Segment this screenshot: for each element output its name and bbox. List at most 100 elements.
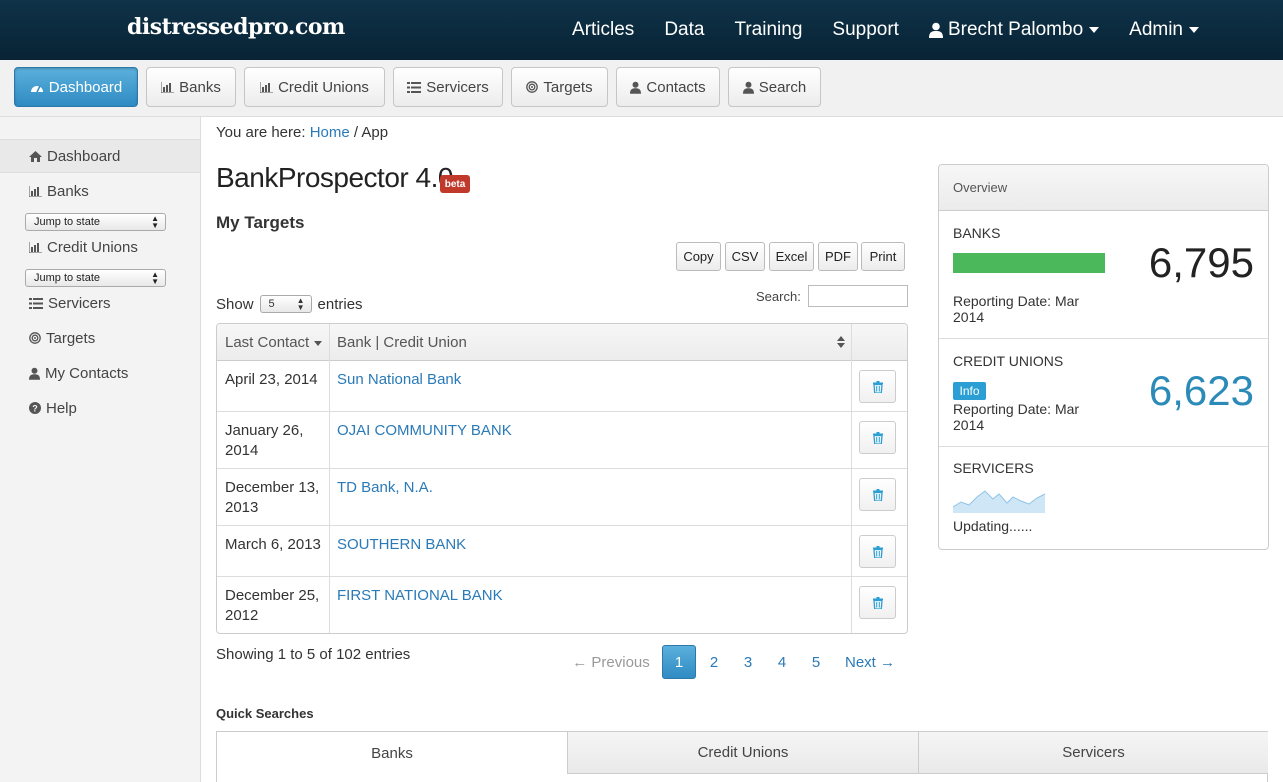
table-header: Last Contact Bank | Credit Union [217,324,907,361]
nav-training[interactable]: Training [734,19,802,41]
question-circle-icon: ? [29,402,41,414]
copy-button[interactable]: Copy [676,242,721,271]
nav-support[interactable]: Support [832,19,899,41]
row-bank-link[interactable]: FIRST NATIONAL BANK [337,586,503,606]
pdf-button[interactable]: PDF [818,242,858,271]
credit-unions-label: Credit Unions [278,78,369,96]
pagination-page[interactable]: 2 [700,645,728,679]
pagination-previous[interactable]: ← Previous [568,645,654,679]
targets-button[interactable]: Targets [511,67,608,107]
brand-logo[interactable]: distressedpro.com [127,14,345,40]
home-icon [29,150,42,162]
dashboard-button[interactable]: Dashboard [14,67,138,107]
show-label: Show [216,295,254,313]
table-row: December 25, 2012 FIRST NATIONAL BANK [217,577,907,633]
credit-unions-jump-to-state-select[interactable]: Jump to state ▲ ▼ [25,269,166,287]
sidebar-label-banks: Banks [47,182,89,200]
select-arrows-icon: ▲ ▼ [296,296,305,312]
tab-credit-unions[interactable]: Credit Unions [567,732,918,774]
banks-button[interactable]: Banks [146,67,236,107]
nav-data[interactable]: Data [664,19,704,41]
credit-unions-count: 6,623 [1148,367,1254,414]
bar-chart-icon [260,81,274,93]
table-row: December 13, 2013 TD Bank, N.A. [217,469,907,526]
pagination-page[interactable]: 4 [768,645,796,679]
delete-button[interactable] [859,478,896,511]
breadcrumb-home-link[interactable]: Home [310,124,350,141]
search-label: Search: [756,289,801,304]
sidebar-item-banks[interactable]: Banks [0,174,200,208]
quick-searches-tabs: Banks Credit Unions Servicers [216,731,1268,782]
select-arrows-icon: ▲ ▼ [151,214,159,230]
dashboard-icon [30,85,43,93]
user-name: Brecht Palombo [947,19,1084,40]
search-label: Search [758,78,807,96]
csv-button[interactable]: CSV [725,242,765,271]
nav-articles[interactable]: Articles [572,19,634,41]
delete-button[interactable] [859,535,896,568]
credit-unions-summary: CREDIT UNIONS Info 6,623 Reporting Date:… [939,339,1268,447]
targets-label: Targets [543,78,593,96]
servicers-status: Updating...... [953,518,1033,534]
nav-user-menu[interactable]: Brecht Palombo [928,19,1100,41]
sidebar-label-credit-unions: Credit Unions [47,238,138,256]
table-row: January 26, 2014 OJAI COMMUNITY BANK [217,412,907,469]
sidebar-item-credit-unions[interactable]: Credit Unions [0,230,200,264]
row-bank-link[interactable]: Sun National Bank [337,370,461,390]
row-date: January 26, 2014 [225,422,304,459]
sidebar-item-help[interactable]: ? Help [0,391,200,425]
pagination-page[interactable]: 5 [802,645,830,679]
sidebar: Dashboard Banks Jump to state ▲ ▼ Credit … [0,117,201,782]
row-date: March 6, 2013 [225,536,321,553]
tab-servicers[interactable]: Servicers [918,732,1268,774]
row-bank-link[interactable]: SOUTHERN BANK [337,535,466,555]
print-button[interactable]: Print [861,242,905,271]
breadcrumb-prefix: You are here: [216,124,306,141]
select-arrows-icon: ▲ ▼ [151,270,159,286]
sort-desc-icon [314,341,323,346]
list-icon [29,297,43,309]
beta-badge: beta [440,175,470,193]
credit-unions-button[interactable]: Credit Unions [244,67,385,107]
trash-icon [872,596,883,609]
trash-icon [872,545,883,558]
header-bank-credit-union[interactable]: Bank | Credit Union [329,324,851,361]
sidebar-item-servicers[interactable]: Servicers [0,286,200,320]
trash-icon [872,488,883,501]
credit-unions-reporting-date: Reporting Date: Mar 2014 [953,401,1080,433]
row-date: December 13, 2013 [225,479,320,516]
header-last-contact[interactable]: Last Contact [217,324,329,361]
servicers-button[interactable]: Servicers [393,67,503,107]
sidebar-item-targets[interactable]: Targets [0,321,200,355]
contacts-button[interactable]: Contacts [616,67,720,107]
banks-count: 6,795 [1148,239,1254,286]
user-icon [928,22,943,38]
pagination-page[interactable]: 3 [734,645,762,679]
bar-chart-icon [29,241,42,253]
row-bank-link[interactable]: OJAI COMMUNITY BANK [337,421,512,441]
banks-jump-to-state-select[interactable]: Jump to state ▲ ▼ [25,213,166,231]
nav-admin-menu[interactable]: Admin [1129,19,1199,41]
delete-button[interactable] [859,370,896,403]
excel-button[interactable]: Excel [769,242,814,271]
user-icon [630,81,642,94]
delete-button[interactable] [859,586,896,619]
target-icon [526,81,539,93]
user-icon [742,81,754,94]
search-button[interactable]: Search [728,67,821,107]
breadcrumb-separator: / [353,124,359,141]
breadcrumb: You are here: Home / App [216,124,388,141]
pagination-next[interactable]: Next → [838,645,902,679]
servicers-summary-label: SERVICERS [953,460,1034,476]
pagination-page[interactable]: 1 [662,645,696,679]
row-bank-link[interactable]: TD Bank, N.A. [337,478,433,498]
sidebar-item-my-contacts[interactable]: My Contacts [0,356,200,390]
entries-per-page-select[interactable]: 5 ▲ ▼ [259,295,312,313]
jump-select-value: Jump to state [34,272,101,284]
page-title: BankProspector 4.0 [216,162,453,193]
table-search-input[interactable] [808,285,908,307]
sidebar-item-dashboard[interactable]: Dashboard [0,139,200,173]
tab-banks[interactable]: Banks [217,732,567,774]
sidebar-label-dashboard: Dashboard [47,147,121,165]
delete-button[interactable] [859,421,896,454]
